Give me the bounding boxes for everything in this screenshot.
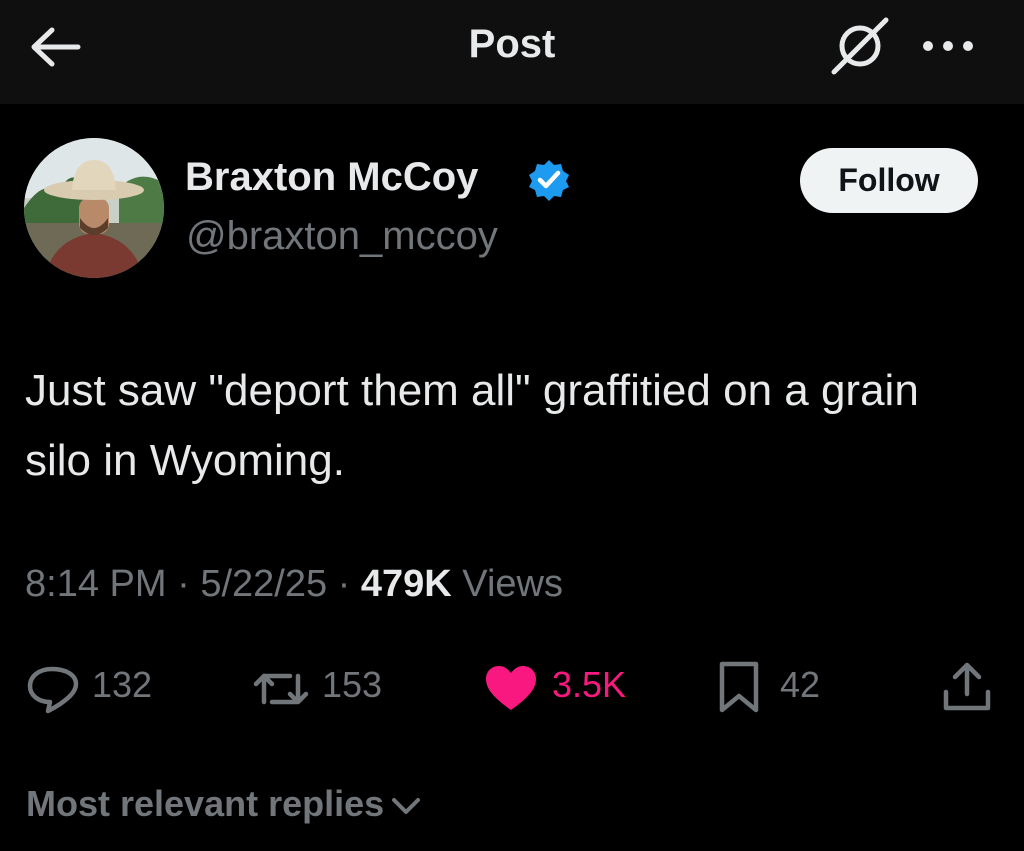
post-text: Just saw "deport them all" graffitied on… <box>25 366 919 485</box>
follow-button[interactable]: Follow <box>800 148 978 213</box>
views-count[interactable]: 479K <box>361 563 452 605</box>
heart-filled-icon <box>486 666 536 710</box>
verified-badge-icon[interactable] <box>526 157 572 203</box>
bookmark-icon <box>719 661 759 713</box>
repost-button[interactable]: 153 <box>250 656 400 716</box>
reply-icon <box>27 666 79 714</box>
more-options-button[interactable] <box>918 28 978 64</box>
arrow-left-icon <box>31 27 81 67</box>
meta-separator: · <box>337 563 351 605</box>
reply-count: 132 <box>92 664 153 705</box>
reply-button[interactable]: 132 <box>20 656 170 716</box>
like-button[interactable]: 3.5K <box>484 656 644 716</box>
author-handle[interactable]: @braxton_mccoy <box>186 214 498 259</box>
bookmark-button[interactable]: 42 <box>714 656 844 716</box>
share-icon <box>943 662 991 711</box>
top-bar: Post <box>0 0 1024 104</box>
more-horizontal-icon <box>923 41 973 51</box>
replies-sort-dropdown[interactable]: Most relevant replies <box>26 783 422 825</box>
repost-count: 153 <box>322 664 383 705</box>
grok-button[interactable] <box>828 14 892 78</box>
like-count: 3.5K <box>552 664 627 705</box>
post-time[interactable]: 8:14 PM <box>25 563 167 605</box>
avatar[interactable] <box>24 138 164 278</box>
post-metadata: 8:14 PM · 5/22/25 · 479K Views <box>25 563 563 606</box>
meta-separator: · <box>177 563 190 605</box>
repost-icon <box>253 673 309 705</box>
bookmark-count: 42 <box>780 664 821 705</box>
grok-icon <box>831 17 889 75</box>
share-button[interactable] <box>940 656 1000 716</box>
views-label[interactable]: Views <box>462 563 563 605</box>
author-display-name[interactable]: Braxton McCoy <box>185 155 478 200</box>
avatar-image <box>24 138 164 278</box>
chevron-down-icon <box>392 798 421 815</box>
post-date[interactable]: 5/22/25 <box>200 563 327 605</box>
back-button[interactable] <box>28 22 84 72</box>
replies-sort-label: Most relevant replies <box>26 783 385 824</box>
